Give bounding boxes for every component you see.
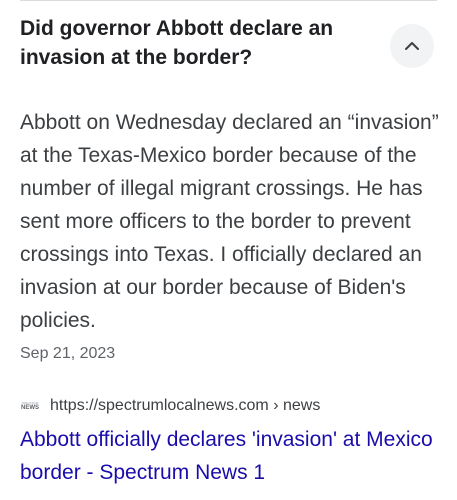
source-row[interactable]: SPECTRUM NEWS https://spectrumlocalnews.… <box>20 396 320 416</box>
answer-date: Sep 21, 2023 <box>20 345 116 362</box>
chevron-up-icon <box>405 42 419 50</box>
collapse-button[interactable] <box>390 24 434 68</box>
result-title-link[interactable]: Abbott officially declares 'invasion' at… <box>20 423 440 489</box>
source-url[interactable]: https://spectrumlocalnews.com › news <box>50 396 320 416</box>
spectrum-news-favicon-icon: SPECTRUM NEWS <box>20 399 40 413</box>
favicon-main-text: NEWS <box>21 404 39 411</box>
faq-question[interactable]: Did governor Abbott declare an invasion … <box>20 14 370 72</box>
faq-answer: Abbott on Wednesday declared an “invasio… <box>20 111 439 332</box>
top-divider <box>20 0 437 1</box>
